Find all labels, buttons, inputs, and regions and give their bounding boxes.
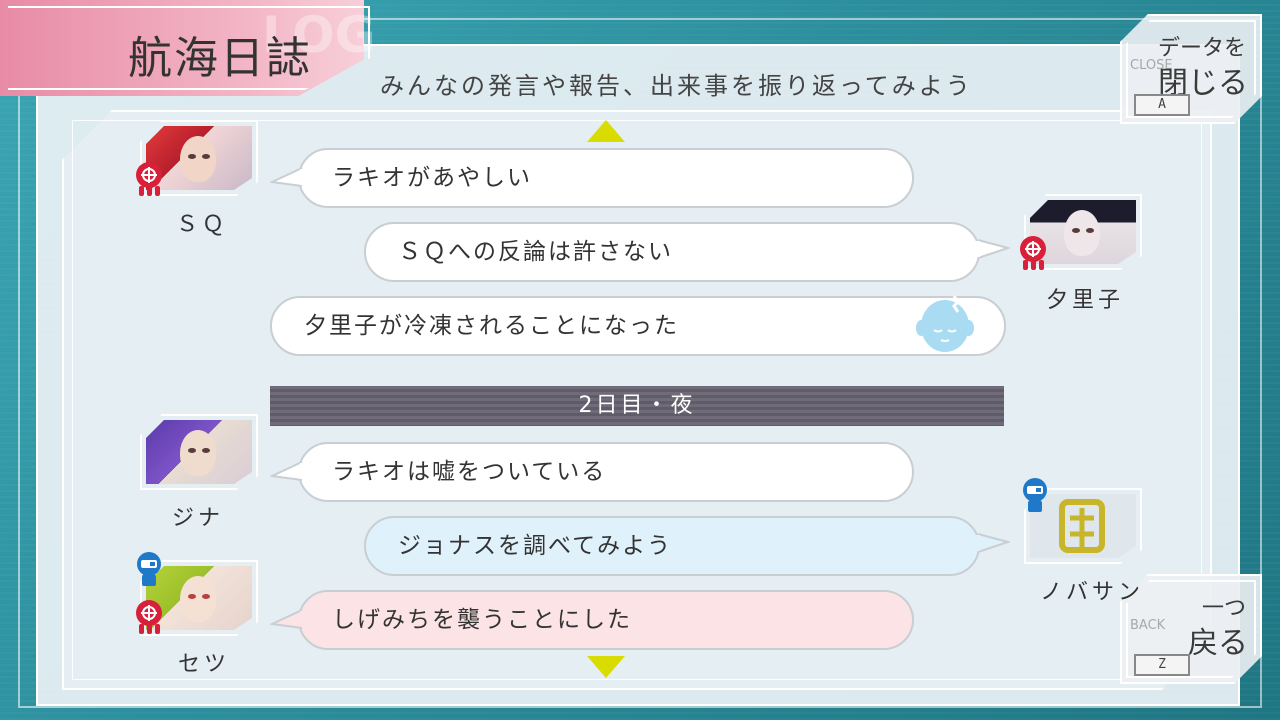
speaker-name: 夕里子 xyxy=(1046,288,1125,313)
back-button-line2: 戻る xyxy=(1188,626,1248,661)
speaker-name: ノバサン xyxy=(1040,580,1145,605)
engineer-badge-icon xyxy=(134,552,164,586)
log-message: ＳＱへの反論は許さない xyxy=(364,222,980,282)
page-title: 航海日誌 xyxy=(128,33,312,84)
speaker-name: ＳＱ xyxy=(176,212,229,237)
scroll-up-icon[interactable] xyxy=(587,120,625,142)
system-message: 夕里子が冷凍されることになった xyxy=(270,296,1006,356)
avatar-frame xyxy=(140,414,258,490)
bubble-tail xyxy=(976,533,1010,553)
bubble-tail xyxy=(270,167,304,187)
bubble-tail xyxy=(976,239,1010,259)
avatar-gina[interactable] xyxy=(140,414,258,490)
bubble-tail xyxy=(270,609,304,629)
gnosia-badge-icon xyxy=(134,162,164,196)
speaker-name: セツ xyxy=(178,652,231,677)
back-button-ghost: BACK xyxy=(1130,618,1166,633)
frozen-head-icon xyxy=(916,295,974,352)
log-message: ラキオは嘘をついている xyxy=(298,442,914,502)
day-separator: 2日目・夜 xyxy=(270,386,1004,426)
back-key-hint: Z xyxy=(1134,654,1190,676)
log-message: しげみちを襲うことにした xyxy=(298,590,914,650)
log-message: ラキオがあやしい xyxy=(298,148,914,208)
gnosia-badge-icon xyxy=(1018,236,1048,270)
engineer-badge-icon xyxy=(1020,478,1050,512)
bubble-tail xyxy=(270,461,304,481)
close-data-button[interactable]: CLOSE データを 閉じる A xyxy=(1120,14,1262,124)
close-key-hint: A xyxy=(1134,94,1190,116)
gnosia-badge-icon xyxy=(134,600,164,634)
page-subtitle: みんなの発言や報告、出来事を振り返ってみよう xyxy=(380,72,973,100)
speaker-name: ジナ xyxy=(172,506,225,531)
scroll-down-icon[interactable] xyxy=(587,656,625,678)
log-message: ジョナスを調べてみよう xyxy=(364,516,980,576)
